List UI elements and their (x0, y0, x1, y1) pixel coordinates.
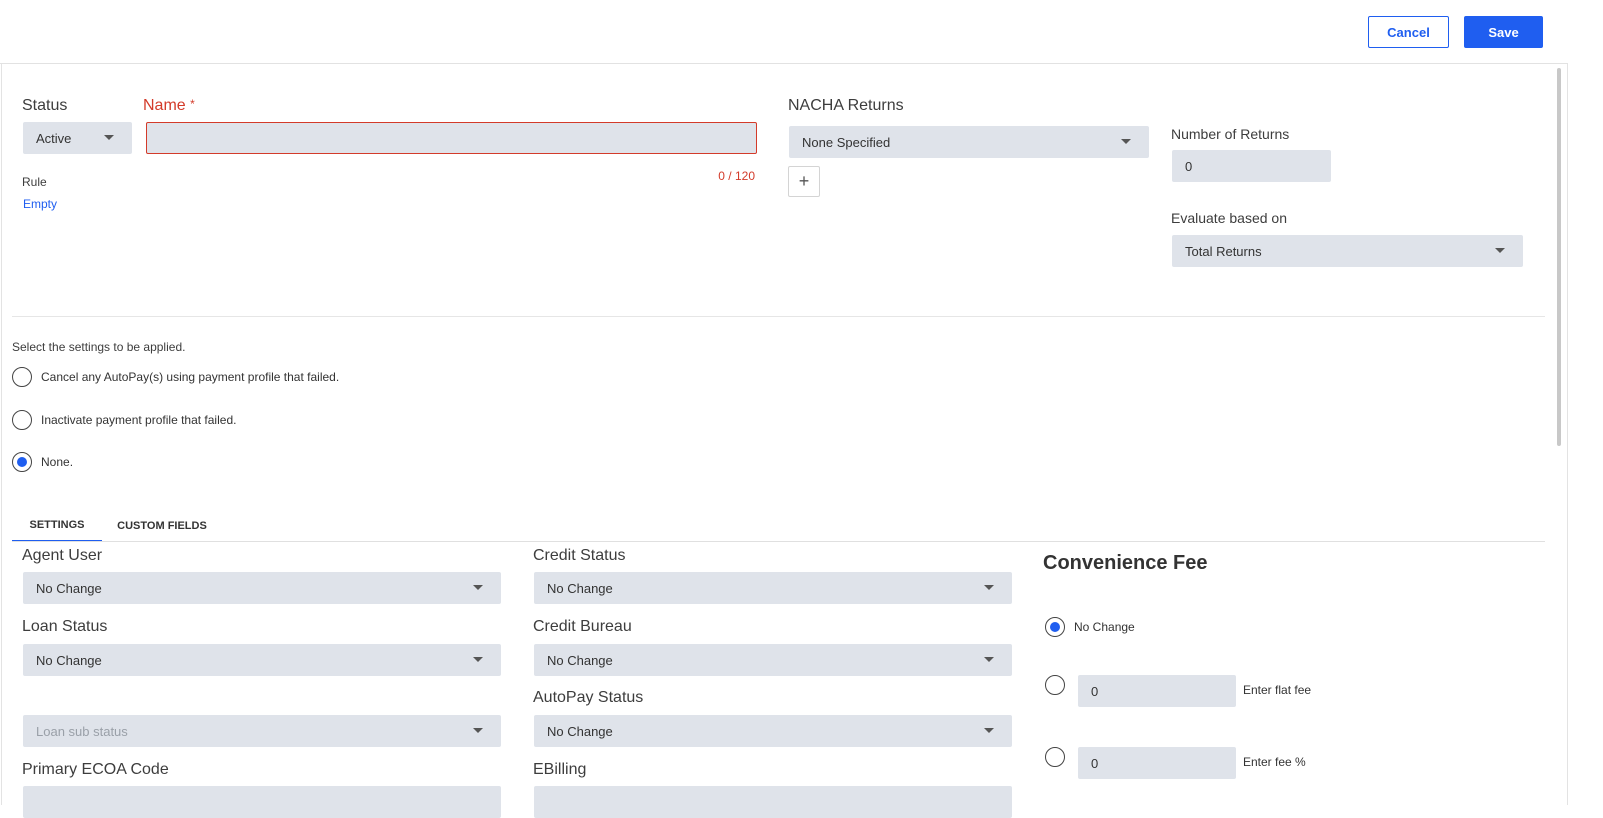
loan-status-select[interactable]: No Change (23, 644, 501, 676)
convenience-fee-title: Convenience Fee (1043, 552, 1208, 574)
number-of-returns-input[interactable]: 0 (1172, 150, 1331, 182)
nacha-returns-value: None Specified (802, 134, 891, 150)
autopay-status-value: No Change (547, 723, 613, 739)
fee-flat-radio[interactable] (1045, 675, 1065, 695)
flat-fee-value: 0 (1091, 683, 1099, 699)
loan-sub-status-placeholder: Loan sub status (36, 723, 128, 739)
top-toolbar: Cancel Save (0, 0, 1568, 64)
credit-status-select[interactable]: No Change (534, 572, 1012, 604)
vertical-scrollbar[interactable] (1557, 68, 1561, 446)
nacha-returns-select[interactable]: None Specified (789, 126, 1149, 158)
chevron-down-icon (1495, 248, 1505, 253)
save-button[interactable]: Save (1464, 16, 1543, 48)
ebilling-label: EBilling (533, 761, 587, 778)
flat-fee-label: Enter flat fee (1243, 683, 1312, 697)
chevron-down-icon (984, 585, 994, 590)
apply-option-inactivate-label: Inactivate payment profile that failed. (41, 413, 237, 427)
flat-fee-input[interactable]: 0 (1078, 675, 1236, 707)
chevron-down-icon (1121, 139, 1131, 144)
add-nacha-return-button[interactable]: + (788, 166, 820, 197)
evaluate-based-on-value: Total Returns (1185, 243, 1262, 259)
chevron-down-icon (473, 728, 483, 733)
apply-option-none-radio[interactable] (12, 452, 32, 472)
credit-status-label: Credit Status (533, 547, 626, 564)
loan-status-label: Loan Status (22, 618, 108, 635)
cancel-button[interactable]: Cancel (1368, 16, 1449, 48)
section-divider (12, 316, 1545, 317)
fee-percent-value: 0 (1091, 755, 1099, 771)
agent-user-value: No Change (36, 580, 102, 596)
credit-bureau-value: No Change (547, 652, 613, 668)
name-label-text: Name (143, 97, 186, 114)
autopay-status-select[interactable]: No Change (534, 715, 1012, 747)
ebilling-select[interactable] (534, 786, 1012, 818)
tab-underline (12, 541, 1545, 542)
agent-user-label: Agent User (22, 547, 103, 564)
loan-sub-status-select[interactable]: Loan sub status (23, 715, 501, 747)
apply-option-cancel-autopay-radio[interactable] (12, 367, 32, 387)
chevron-down-icon (473, 657, 483, 662)
status-label: Status (22, 97, 68, 114)
evaluate-based-on-select[interactable]: Total Returns (1172, 235, 1523, 267)
credit-status-value: No Change (547, 580, 613, 596)
name-label: Name * (143, 97, 195, 115)
number-of-returns-label: Number of Returns (1171, 126, 1290, 142)
settings-prompt: Select the settings to be applied. (12, 340, 186, 354)
fee-percent-input[interactable]: 0 (1078, 747, 1236, 779)
rule-value-link[interactable]: Empty (23, 197, 57, 211)
tab-custom-fields[interactable]: CUSTOM FIELDS (108, 510, 216, 542)
evaluate-based-on-label: Evaluate based on (1171, 210, 1287, 226)
name-char-counter: 0 / 120 (718, 169, 755, 183)
status-select[interactable]: Active (23, 122, 132, 154)
apply-option-none-label: None. (41, 455, 74, 469)
agent-user-select[interactable]: No Change (23, 572, 501, 604)
name-input[interactable] (146, 122, 757, 154)
credit-bureau-select[interactable]: No Change (534, 644, 1012, 676)
loan-status-value: No Change (36, 652, 102, 668)
status-select-value: Active (36, 130, 72, 146)
fee-percent-label: Enter fee % (1243, 755, 1306, 769)
apply-option-inactivate-radio[interactable] (12, 410, 32, 430)
chevron-down-icon (104, 135, 114, 140)
nacha-returns-label: NACHA Returns (788, 97, 904, 114)
number-of-returns-value: 0 (1185, 158, 1193, 174)
fee-percent-radio[interactable] (1045, 747, 1065, 767)
apply-option-cancel-autopay-label: Cancel any AutoPay(s) using payment prof… (41, 370, 340, 384)
primary-ecoa-label: Primary ECOA Code (22, 761, 169, 778)
chevron-down-icon (473, 585, 483, 590)
plus-icon: + (798, 171, 810, 191)
rule-label: Rule (22, 175, 47, 189)
primary-ecoa-select[interactable] (23, 786, 501, 818)
chevron-down-icon (984, 728, 994, 733)
autopay-status-label: AutoPay Status (533, 689, 644, 706)
chevron-down-icon (984, 657, 994, 662)
page-frame (1, 0, 1568, 805)
tab-settings[interactable]: SETTINGS (12, 510, 102, 542)
credit-bureau-label: Credit Bureau (533, 618, 632, 635)
fee-no-change-label: No Change (1074, 620, 1135, 634)
fee-no-change-radio[interactable] (1045, 617, 1065, 637)
required-mark: * (190, 97, 195, 111)
